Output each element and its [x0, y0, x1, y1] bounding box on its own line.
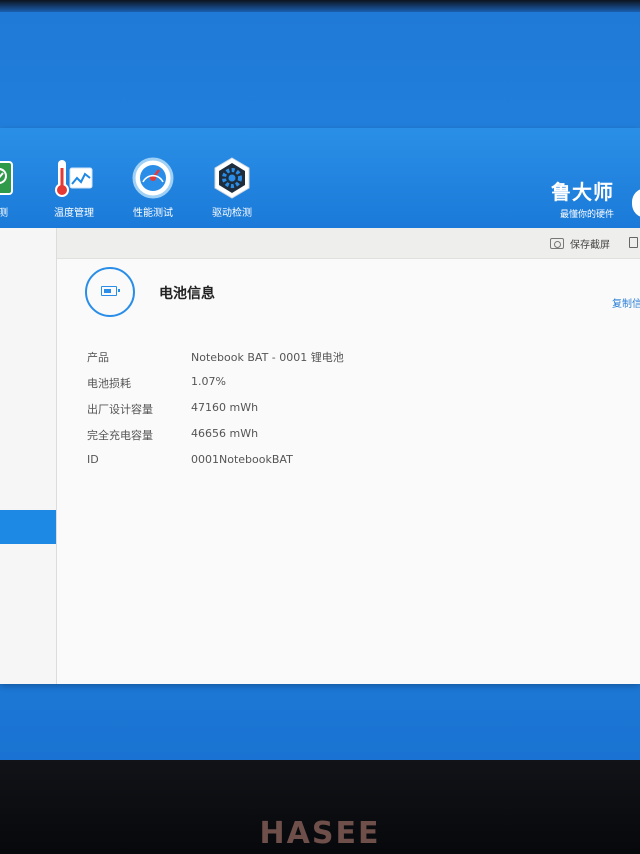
- driver-gear-icon: [214, 157, 250, 199]
- row-label: 完全充电容量: [87, 429, 153, 442]
- tool-label: 温度管理: [54, 208, 94, 219]
- content-area: 保存截屏 电池信息 复制信息 产品 Notebook BAT - 0001 锂电…: [57, 228, 640, 684]
- tool-hardware-detect[interactable]: 检测: [0, 156, 28, 219]
- copy-info-link[interactable]: 复制信息: [612, 295, 640, 310]
- sidebar-item-active[interactable]: [0, 510, 56, 544]
- brand-block: 鲁大师 最懂你的硬件: [551, 176, 614, 220]
- tool-label: 检测: [0, 208, 8, 219]
- speedometer-icon: [132, 157, 174, 199]
- brand-slogan: 最懂你的硬件: [559, 210, 614, 220]
- temperature-icon: [55, 160, 93, 197]
- hardware-detect-icon: [0, 161, 13, 195]
- tool-driver-detect[interactable]: 驱动检测: [202, 156, 262, 219]
- save-screenshot-label: 保存截屏: [570, 240, 610, 251]
- row-label: 电池损耗: [87, 377, 131, 390]
- laptop-logo: HASEE: [259, 816, 381, 851]
- sidebar: [0, 228, 57, 684]
- row-label: 产品: [87, 351, 109, 364]
- battery-icon: [101, 286, 120, 296]
- top-toolbar: 检测 温度管理: [0, 128, 640, 228]
- tool-label: 性能测试: [133, 208, 173, 219]
- tool-temperature[interactable]: 温度管理: [44, 156, 104, 219]
- tool-performance-test[interactable]: 性能测试: [123, 156, 183, 219]
- save-screenshot-button[interactable]: 保存截屏: [550, 236, 610, 251]
- document-icon[interactable]: [629, 237, 638, 248]
- row-label: ID: [87, 453, 99, 466]
- row-value: Notebook BAT - 0001 锂电池: [191, 351, 344, 364]
- row-value: 47160 mWh: [191, 401, 259, 414]
- row-value: 46656 mWh: [191, 427, 259, 440]
- tool-label: 驱动检测: [212, 208, 252, 219]
- battery-icon-circle: [85, 267, 135, 317]
- content-top-bar: 保存截屏: [57, 228, 640, 259]
- desktop-background: 检测 温度管理: [0, 0, 640, 760]
- camera-icon: [550, 238, 564, 249]
- row-value: 1.07%: [191, 375, 226, 388]
- row-value: 0001NotebookBAT: [191, 453, 293, 466]
- battery-info-panel: 电池信息 复制信息 产品 Notebook BAT - 0001 锂电池 电池损…: [57, 259, 640, 684]
- row-label: 出厂设计容量: [87, 403, 153, 416]
- panel-title: 电池信息: [159, 286, 215, 302]
- ludashi-app-window: 检测 温度管理: [0, 128, 640, 684]
- brand-badge: [632, 188, 640, 218]
- brand-name: 鲁大师: [551, 180, 614, 204]
- screen-bezel-top: [0, 0, 640, 12]
